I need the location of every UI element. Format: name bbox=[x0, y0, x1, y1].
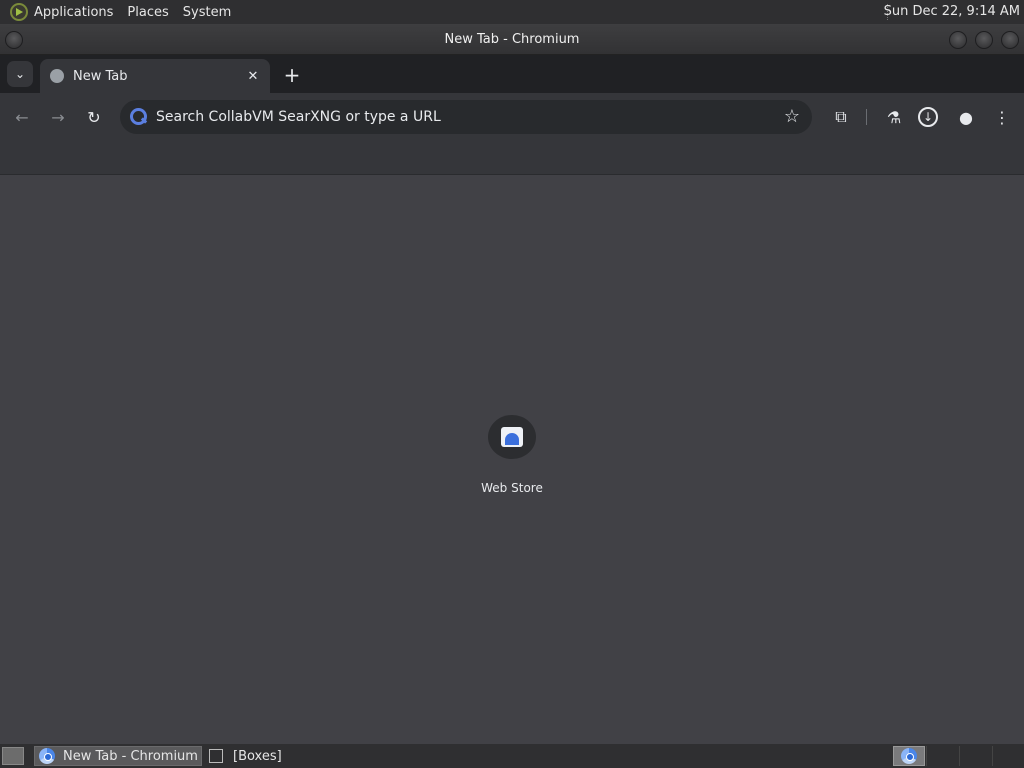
tab-new-tab[interactable]: New Tab ✕ bbox=[40, 59, 270, 93]
workspace-2[interactable] bbox=[926, 746, 958, 766]
search-icon bbox=[128, 107, 148, 127]
tab-strip: ⌄ New Tab ✕ + bbox=[0, 55, 1024, 93]
chromium-icon bbox=[901, 748, 917, 764]
downloads-button[interactable]: ↓ bbox=[918, 107, 938, 127]
flask-icon: ⚗ bbox=[886, 107, 902, 127]
tab-title: New Tab bbox=[73, 68, 128, 84]
arrow-right-icon: → bbox=[51, 107, 65, 127]
window-titlebar[interactable]: New Tab - Chromium bbox=[0, 24, 1024, 55]
close-icon: ✕ bbox=[247, 68, 259, 84]
reload-icon: ↻ bbox=[87, 107, 101, 127]
workspace-4[interactable] bbox=[992, 746, 1024, 766]
address-bar[interactable]: Search CollabVM SearXNG or type a URL ☆ bbox=[120, 100, 812, 134]
chromium-icon bbox=[39, 748, 55, 764]
browser-toolbar: ← → ↻ Search CollabVM SearXNG or type a … bbox=[0, 93, 1024, 141]
menu-places[interactable]: Places bbox=[127, 5, 168, 20]
taskbar-item-label: New Tab - Chromium bbox=[63, 748, 198, 764]
back-button[interactable]: ← bbox=[10, 105, 34, 129]
plus-icon: + bbox=[283, 63, 301, 87]
chevron-down-icon: ⌄ bbox=[14, 67, 26, 81]
boxes-icon bbox=[209, 749, 223, 763]
close-tab-button[interactable]: ✕ bbox=[244, 67, 262, 85]
minimize-button[interactable] bbox=[949, 31, 967, 49]
distro-logo-icon[interactable] bbox=[10, 3, 28, 21]
window-title: New Tab - Chromium bbox=[444, 31, 580, 47]
workspace-3[interactable] bbox=[959, 746, 991, 766]
forward-button[interactable]: → bbox=[46, 105, 70, 129]
show-desktop-button[interactable] bbox=[2, 747, 24, 765]
bottom-taskbar: New Tab - Chromium [Boxes] bbox=[0, 744, 1024, 768]
arrow-left-icon: ← bbox=[15, 107, 29, 127]
top-panel: Applications Places System Sun Dec 22, 9… bbox=[0, 0, 1024, 24]
bookmarks-bar bbox=[0, 141, 1024, 175]
puzzle-icon: ⧉ bbox=[835, 107, 847, 126]
panel-clock[interactable]: Sun Dec 22, 9:14 AM bbox=[884, 4, 1020, 19]
taskbar-item-boxes[interactable]: [Boxes] bbox=[205, 746, 305, 766]
labs-button[interactable]: ⚗ bbox=[882, 105, 906, 129]
taskbar-item-label: [Boxes] bbox=[233, 748, 282, 764]
reload-button[interactable]: ↻ bbox=[82, 105, 106, 129]
extensions-button[interactable]: ⧉ bbox=[829, 105, 853, 129]
kebab-menu-icon: ⋮ bbox=[994, 107, 1010, 127]
toolbar-divider bbox=[866, 109, 867, 125]
workspace-1[interactable] bbox=[893, 746, 925, 766]
browser-menu-button[interactable]: ⋮ bbox=[990, 105, 1014, 129]
person-icon: ● bbox=[959, 107, 973, 127]
shortcut-icon-container bbox=[488, 415, 536, 459]
bookmark-star-icon[interactable]: ☆ bbox=[784, 106, 800, 127]
address-bar-placeholder: Search CollabVM SearXNG or type a URL bbox=[156, 109, 441, 125]
shortcut-label: Web Store bbox=[481, 481, 543, 495]
menu-applications[interactable]: Applications bbox=[34, 5, 113, 20]
taskbar-item-chromium[interactable]: New Tab - Chromium bbox=[34, 746, 202, 766]
download-icon: ↓ bbox=[922, 110, 934, 124]
profile-button[interactable]: ● bbox=[954, 105, 978, 129]
new-tab-page: Web Store bbox=[0, 175, 1024, 744]
globe-icon bbox=[50, 69, 64, 83]
close-window-button[interactable] bbox=[1001, 31, 1019, 49]
shortcut-web-store[interactable]: Web Store bbox=[472, 415, 552, 495]
maximize-button[interactable] bbox=[975, 31, 993, 49]
window-menu-button[interactable] bbox=[5, 31, 23, 49]
new-tab-button[interactable]: + bbox=[280, 63, 304, 87]
menu-system[interactable]: System bbox=[183, 5, 231, 20]
web-store-icon bbox=[501, 427, 523, 447]
tab-search-button[interactable]: ⌄ bbox=[7, 61, 33, 87]
